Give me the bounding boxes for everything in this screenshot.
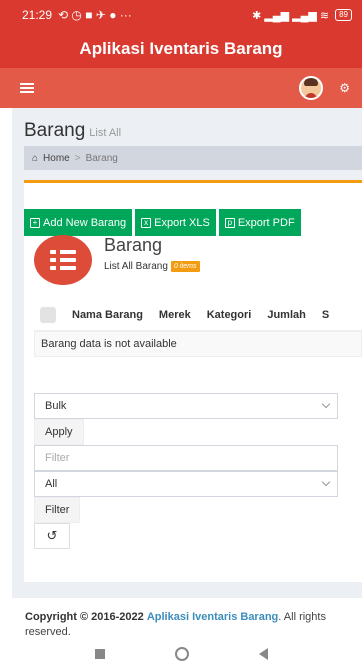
breadcrumb: ⌂ Home > Barang — [24, 146, 362, 170]
item-count-badge: 0 items — [170, 261, 200, 272]
add-new-label: Add New Barang — [43, 216, 127, 229]
page-title: Barang — [24, 120, 86, 141]
dashboard-icon: ⌂ — [32, 152, 39, 164]
add-new-button[interactable]: + Add New Barang — [24, 209, 133, 236]
action-toolbar: + Add New Barang x Export XLS p Export P… — [24, 209, 301, 236]
bulk-filter-form: Bulk Apply All Filter ↺ — [34, 393, 338, 549]
breadcrumb-home[interactable]: Home — [43, 153, 70, 164]
battery-icon: 89 — [335, 9, 352, 21]
box-title: Barang — [104, 235, 163, 255]
table-header: Nama Barang Merek Kategori Jumlah S — [34, 299, 362, 331]
status-time: 21:29 — [22, 8, 53, 22]
menu-toggle-icon[interactable] — [20, 83, 34, 93]
status-bar: 21:29 ⟲ ◷ ■ ✈ ● ··· ✱ ▂▄▆ ▂▄▆ ≋ 89 — [0, 0, 362, 30]
column-header-kategori[interactable]: Kategori — [207, 309, 252, 321]
bulk-action-select[interactable]: Bulk — [34, 393, 338, 419]
app-title-bar: Aplikasi Iventaris Barang — [0, 30, 362, 68]
footer: Copyright © 2016-2022 Aplikasi Iventaris… — [12, 598, 362, 640]
recent-apps-icon[interactable] — [94, 649, 105, 659]
home-icon[interactable] — [174, 647, 189, 661]
chevron-down-icon — [321, 399, 331, 409]
column-header-merek[interactable]: Merek — [159, 309, 191, 321]
content-wrapper: Barang List All ⌂ Home > Barang + Add Ne… — [12, 108, 362, 598]
filter-input[interactable] — [34, 445, 338, 471]
data-table: Nama Barang Merek Kategori Jumlah S Bara… — [34, 299, 362, 357]
settings-gear-icon[interactable]: ⚙ — [339, 81, 350, 95]
android-nav-bar — [0, 640, 362, 668]
column-header-jumlah[interactable]: Jumlah — [267, 309, 306, 321]
user-avatar[interactable] — [299, 76, 324, 100]
column-header-nama-barang[interactable]: Nama Barang — [72, 309, 143, 321]
data-box: + Add New Barang x Export XLS p Export P… — [24, 180, 362, 582]
page-header: Barang List All — [24, 120, 121, 142]
list-icon — [34, 235, 92, 285]
signal-wifi-icons: ✱ ▂▄▆ ▂▄▆ ≋ — [252, 9, 330, 22]
app-title: Aplikasi Iventaris Barang — [79, 39, 283, 58]
page-subtitle: List All — [89, 127, 122, 139]
status-notification-icons: ⟲ ◷ ■ ✈ ● ··· — [58, 8, 132, 22]
export-pdf-button[interactable]: p Export PDF — [218, 209, 301, 236]
footer-copyright: Copyright © 2016-2022 — [25, 611, 144, 623]
column-header-s[interactable]: S — [322, 309, 329, 321]
reload-icon: ↺ — [46, 528, 58, 543]
filter-button[interactable]: Filter — [34, 497, 81, 523]
top-navbar: ⚙ — [0, 68, 362, 108]
breadcrumb-separator: > — [74, 152, 81, 164]
file-excel-icon: x — [141, 217, 152, 228]
filter-field-value: All — [45, 478, 58, 490]
export-xls-label: Export XLS — [154, 216, 210, 229]
chevron-down-icon — [321, 477, 331, 487]
empty-table-message: Barang data is not available — [34, 331, 362, 357]
footer-app-link[interactable]: Aplikasi Iventaris Barang — [147, 611, 278, 623]
back-icon[interactable] — [258, 648, 268, 660]
box-subtitle: List All Barang 0 items — [104, 261, 200, 272]
bulk-action-value: Bulk — [45, 400, 67, 412]
export-pdf-label: Export PDF — [237, 216, 295, 229]
box-subtitle-text: List All Barang — [104, 261, 168, 272]
reload-button[interactable]: ↺ — [34, 523, 70, 549]
apply-button[interactable]: Apply — [34, 419, 84, 445]
export-xls-button[interactable]: x Export XLS — [135, 209, 216, 236]
breadcrumb-current: Barang — [85, 152, 118, 164]
select-all-checkbox[interactable] — [40, 306, 56, 323]
file-pdf-icon: p — [224, 217, 235, 228]
filter-field-select[interactable]: All — [34, 471, 338, 497]
plus-square-icon: + — [30, 217, 40, 228]
